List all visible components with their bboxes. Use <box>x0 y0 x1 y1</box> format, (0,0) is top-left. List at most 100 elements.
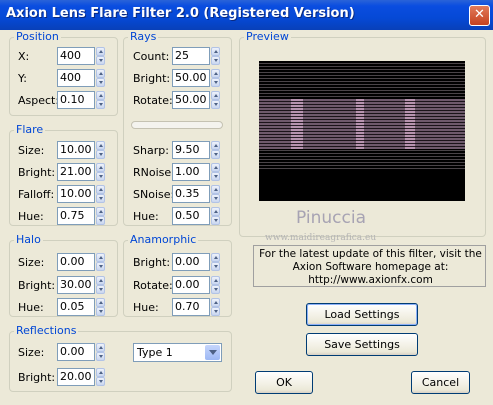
spin-down-icon[interactable] <box>96 150 105 159</box>
spin-down-icon[interactable] <box>211 285 220 294</box>
spin-down-icon[interactable] <box>96 377 105 386</box>
rays-bright-spinner[interactable] <box>211 69 220 87</box>
rays-snoise-field[interactable]: 0.35 <box>172 185 210 203</box>
rays-rotate-spinner[interactable] <box>211 91 220 109</box>
flare-bright-field[interactable]: 21.00 <box>57 163 95 181</box>
halo-size-field[interactable]: 0.00 <box>57 253 95 271</box>
rays-slider[interactable] <box>131 121 223 129</box>
anamorphic-bright-spinner[interactable] <box>211 253 220 271</box>
flare-hue-field[interactable]: 0.75 <box>57 207 95 225</box>
anamorphic-rotate-field[interactable]: 0.00 <box>172 276 210 294</box>
spin-down-icon[interactable] <box>211 172 220 181</box>
reflections-bright-field[interactable]: 20.00 <box>57 368 95 386</box>
anamorphic-hue-field[interactable]: 0.70 <box>172 298 210 316</box>
spin-up-icon[interactable] <box>96 47 105 56</box>
spin-up-icon[interactable] <box>96 207 105 216</box>
position-y-spinner[interactable] <box>96 69 105 87</box>
rays-rnoise-spinner[interactable] <box>211 163 220 181</box>
reflections-size-field[interactable]: 0.00 <box>57 343 95 361</box>
load-settings-button[interactable]: Load Settings <box>306 303 418 326</box>
spin-down-icon[interactable] <box>211 307 220 316</box>
anamorphic-rotate-spinner[interactable] <box>211 276 220 294</box>
spin-down-icon[interactable] <box>211 150 220 159</box>
spin-up-icon[interactable] <box>211 141 220 150</box>
spin-down-icon[interactable] <box>96 78 105 87</box>
spin-up-icon[interactable] <box>211 91 220 100</box>
title-bar[interactable]: Axion Lens Flare Filter 2.0 (Registered … <box>0 0 493 30</box>
spin-up-icon[interactable] <box>96 185 105 194</box>
spin-down-icon[interactable] <box>96 56 105 65</box>
rays-rotate-field[interactable]: 50.00 <box>172 91 210 109</box>
halo-hue-spinner[interactable] <box>96 298 105 316</box>
reflections-size-spinner[interactable] <box>96 343 105 361</box>
spin-up-icon[interactable] <box>96 141 105 150</box>
spin-up-icon[interactable] <box>96 276 105 285</box>
spin-up-icon[interactable] <box>96 91 105 100</box>
flare-falloff-spinner[interactable] <box>96 185 105 203</box>
spin-down-icon[interactable] <box>96 194 105 203</box>
flare-hue-spinner[interactable] <box>96 207 105 225</box>
spin-down-icon[interactable] <box>96 172 105 181</box>
ok-button[interactable]: OK <box>255 371 313 394</box>
rays-hue-spinner[interactable] <box>211 207 220 225</box>
spin-up-icon[interactable] <box>211 276 220 285</box>
halo-size-spinner[interactable] <box>96 253 105 271</box>
spin-down-icon[interactable] <box>96 285 105 294</box>
cancel-button[interactable]: Cancel <box>411 371 470 394</box>
close-button[interactable]: ✕ <box>469 5 490 26</box>
position-y-field[interactable]: 400 <box>57 69 95 87</box>
spin-up-icon[interactable] <box>96 298 105 307</box>
save-settings-button[interactable]: Save Settings <box>306 333 418 356</box>
halo-bright-field[interactable]: 30.00 <box>57 276 95 294</box>
position-x-spinner[interactable] <box>96 47 105 65</box>
spin-up-icon[interactable] <box>96 69 105 78</box>
spin-down-icon[interactable] <box>211 262 220 271</box>
anamorphic-hue-label: Hue: <box>133 301 159 314</box>
spin-down-icon[interactable] <box>96 352 105 361</box>
flare-bright-spinner[interactable] <box>96 163 105 181</box>
flare-size-field[interactable]: 10.00 <box>57 141 95 159</box>
rays-sharp-field[interactable]: 9.50 <box>172 141 210 159</box>
rays-bright-field[interactable]: 50.00 <box>172 69 210 87</box>
spin-down-icon[interactable] <box>211 78 220 87</box>
spin-up-icon[interactable] <box>96 253 105 262</box>
anamorphic-bright-label: Bright: <box>133 256 171 269</box>
spin-up-icon[interactable] <box>96 368 105 377</box>
anamorphic-hue-spinner[interactable] <box>211 298 220 316</box>
reflection-type-select[interactable]: Type 1 <box>133 343 222 362</box>
position-x-field[interactable]: 400 <box>57 47 95 65</box>
rays-count-spinner[interactable] <box>211 47 220 65</box>
rays-rnoise-field[interactable]: 1.00 <box>172 163 210 181</box>
flare-size-spinner[interactable] <box>96 141 105 159</box>
spin-up-icon[interactable] <box>211 47 220 56</box>
position-aspect-spinner[interactable] <box>96 91 105 109</box>
spin-up-icon[interactable] <box>96 343 105 352</box>
spin-up-icon[interactable] <box>211 253 220 262</box>
spin-up-icon[interactable] <box>96 163 105 172</box>
spin-down-icon[interactable] <box>211 194 220 203</box>
rays-count-field[interactable]: 25 <box>172 47 210 65</box>
anamorphic-bright-field[interactable]: 0.00 <box>172 253 210 271</box>
spin-up-icon[interactable] <box>211 298 220 307</box>
position-aspect-field[interactable]: 0.10 <box>57 91 95 109</box>
spin-down-icon[interactable] <box>96 216 105 225</box>
reflections-bright-spinner[interactable] <box>96 368 105 386</box>
spin-down-icon[interactable] <box>211 56 220 65</box>
flare-falloff-field[interactable]: 10.00 <box>57 185 95 203</box>
rays-hue-field[interactable]: 0.50 <box>172 207 210 225</box>
preview-image <box>259 61 465 201</box>
spin-down-icon[interactable] <box>96 100 105 109</box>
spin-up-icon[interactable] <box>211 185 220 194</box>
spin-down-icon[interactable] <box>211 216 220 225</box>
rays-snoise-spinner[interactable] <box>211 185 220 203</box>
rays-sharp-spinner[interactable] <box>211 141 220 159</box>
spin-up-icon[interactable] <box>211 163 220 172</box>
halo-bright-spinner[interactable] <box>96 276 105 294</box>
halo-hue-field[interactable]: 0.05 <box>57 298 95 316</box>
spin-up-icon[interactable] <box>211 207 220 216</box>
spin-down-icon[interactable] <box>96 307 105 316</box>
chevron-down-icon[interactable] <box>205 345 220 360</box>
spin-up-icon[interactable] <box>211 69 220 78</box>
spin-down-icon[interactable] <box>211 100 220 109</box>
spin-down-icon[interactable] <box>96 262 105 271</box>
